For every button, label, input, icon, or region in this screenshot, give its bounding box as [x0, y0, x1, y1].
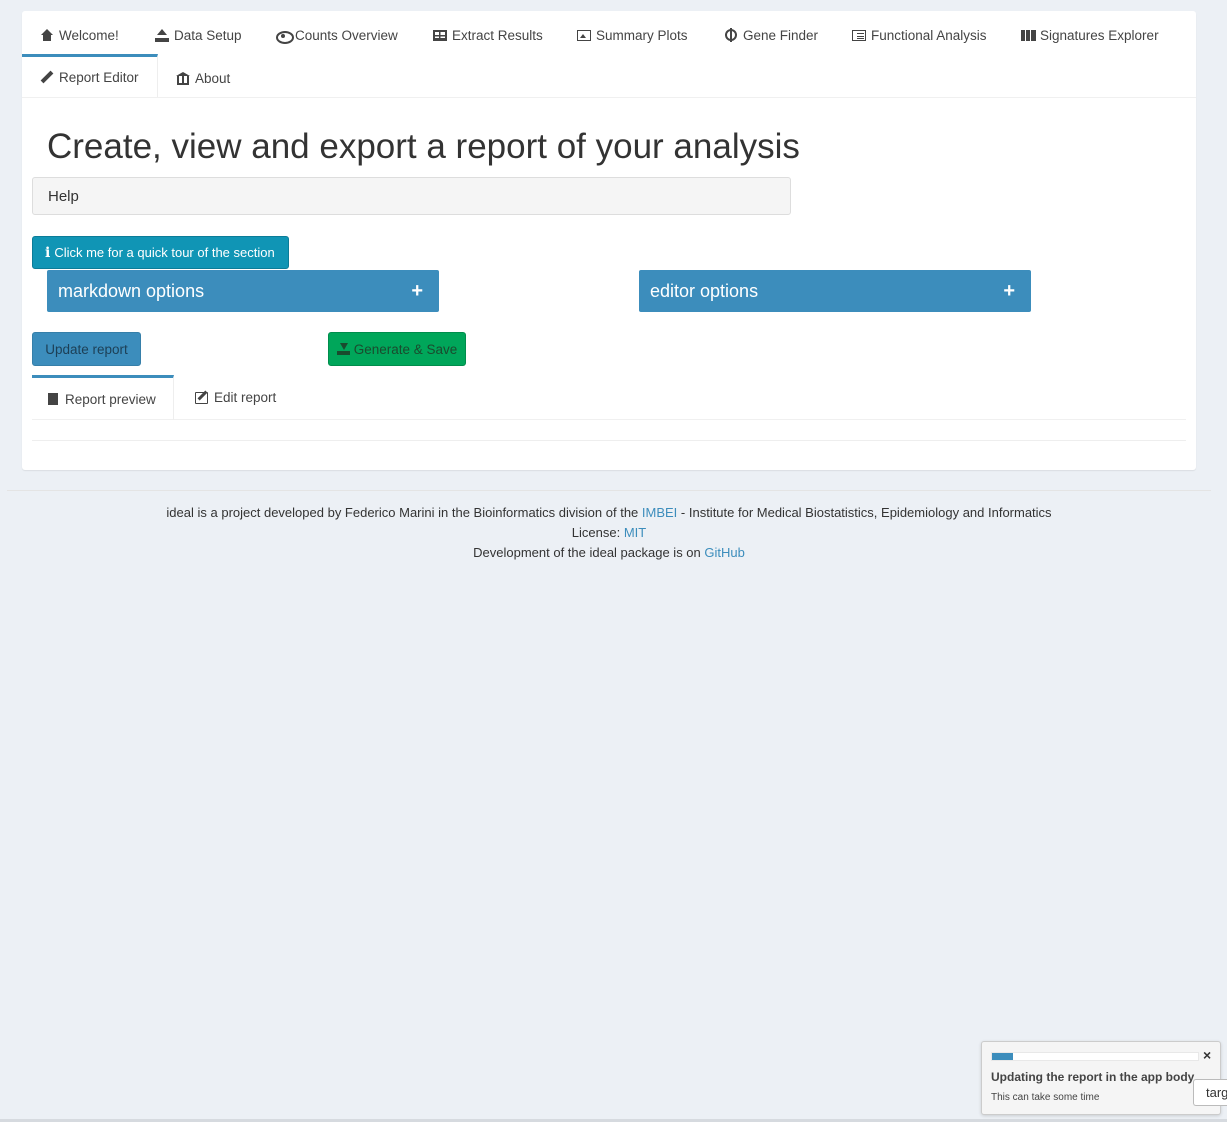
- footer-text: - Institute for Medical Biostatistics, E…: [677, 505, 1052, 520]
- footer-text: License:: [571, 525, 624, 540]
- institution-icon: [176, 72, 190, 85]
- update-report-label: Update report: [45, 341, 128, 357]
- footer: ideal is a project developed by Federico…: [7, 490, 1211, 571]
- target-chip[interactable]: targ: [1193, 1079, 1227, 1106]
- plus-icon[interactable]: +: [411, 280, 423, 303]
- edit-icon: [195, 391, 208, 404]
- tab-label: About: [195, 71, 231, 86]
- tab-report-editor[interactable]: Report Editor: [22, 54, 158, 97]
- mit-license-link[interactable]: MIT: [624, 525, 646, 540]
- quick-tour-label: Click me for a quick tour of the section: [54, 245, 275, 260]
- tab-edit-report[interactable]: Edit report: [179, 375, 292, 420]
- notification-message: Updating the report in the app body: [991, 1070, 1195, 1084]
- subtab-label: Edit report: [214, 390, 277, 405]
- tab-counts-overview[interactable]: Counts Overview: [258, 14, 416, 57]
- info-icon: i: [45, 244, 51, 261]
- markdown-options-panel[interactable]: markdown options +: [47, 270, 439, 312]
- tab-signatures-explorer[interactable]: Signatures Explorer: [1003, 14, 1177, 57]
- footer-line-2: License: MIT: [7, 523, 1211, 543]
- upload-icon: [155, 29, 169, 42]
- main-navigation: Welcome! Data Setup Counts Overview Extr…: [22, 11, 1196, 98]
- close-icon[interactable]: ×: [1203, 1047, 1211, 1063]
- tab-gene-finder[interactable]: Gene Finder: [706, 14, 836, 57]
- footer-text: Development of the ideal package is on: [473, 545, 705, 560]
- markdown-options-label: markdown options: [58, 280, 205, 301]
- progress-notification: × Updating the report in the app body Th…: [981, 1041, 1221, 1115]
- tab-label: Extract Results: [452, 28, 543, 43]
- tab-summary-plots[interactable]: Summary Plots: [559, 14, 706, 57]
- tab-extract-results[interactable]: Extract Results: [415, 14, 561, 57]
- help-label: Help: [48, 187, 79, 205]
- divider: [32, 440, 1186, 441]
- tab-label: Counts Overview: [295, 28, 398, 43]
- tab-label: Gene Finder: [743, 28, 819, 43]
- footer-line-1: ideal is a project developed by Federico…: [7, 503, 1211, 523]
- update-report-button[interactable]: Update report: [32, 332, 141, 366]
- notification-detail: This can take some time: [991, 1092, 1100, 1103]
- tab-about[interactable]: About: [158, 57, 248, 100]
- download-icon: [336, 343, 350, 355]
- tab-data-setup[interactable]: Data Setup: [137, 14, 260, 57]
- home-icon: [40, 29, 54, 42]
- imbei-link[interactable]: IMBEI: [642, 505, 677, 520]
- generate-save-label: Generate & Save: [353, 341, 458, 357]
- editor-options-panel[interactable]: editor options +: [639, 270, 1031, 312]
- footer-line-3: Development of the ideal package is on G…: [7, 543, 1211, 563]
- footer-text: ideal is a project developed by Federico…: [166, 505, 642, 520]
- plus-icon[interactable]: +: [1003, 280, 1015, 303]
- map-icon: [1021, 29, 1036, 42]
- help-panel-toggle[interactable]: Help: [32, 177, 791, 215]
- table-icon: [433, 29, 447, 42]
- tab-label: Summary Plots: [596, 28, 688, 43]
- progress-bar: [991, 1052, 1199, 1061]
- image-icon: [577, 29, 591, 42]
- github-link[interactable]: GitHub: [704, 545, 744, 560]
- tab-welcome[interactable]: Welcome!: [22, 14, 137, 57]
- tab-report-preview[interactable]: Report preview: [32, 375, 174, 420]
- report-subtabs: Report preview Edit report: [32, 375, 1186, 420]
- tab-label: Functional Analysis: [871, 28, 987, 43]
- tab-label: Report Editor: [59, 69, 139, 85]
- editor-options-label: editor options: [650, 280, 759, 301]
- progress-bar-fill: [992, 1053, 1013, 1060]
- tab-functional-analysis[interactable]: Functional Analysis: [834, 14, 1005, 57]
- quick-tour-button[interactable]: i Click me for a quick tour of the secti…: [32, 236, 289, 269]
- eye-icon: [276, 29, 294, 44]
- page-title: Create, view and export a report of your…: [47, 127, 800, 166]
- generate-save-button[interactable]: Generate & Save: [328, 332, 466, 366]
- tab-label: Signatures Explorer: [1040, 28, 1159, 43]
- subtab-label: Report preview: [65, 391, 156, 407]
- file-icon: [48, 393, 58, 405]
- main-box: Welcome! Data Setup Counts Overview Extr…: [22, 11, 1196, 470]
- tab-label: Data Setup: [174, 28, 242, 43]
- pencil-icon: [40, 71, 54, 84]
- list-alt-icon: [852, 29, 866, 42]
- tab-label: Welcome!: [59, 28, 119, 43]
- crosshairs-icon: [724, 28, 738, 42]
